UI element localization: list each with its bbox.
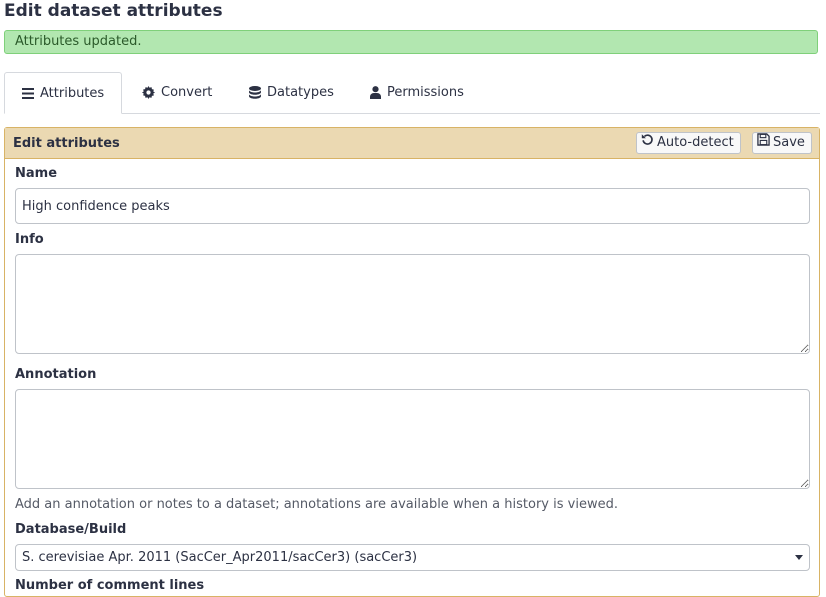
alert-message: Attributes updated. (15, 34, 142, 49)
database-build-select[interactable]: S. cerevisiae Apr. 2011 (SacCer_Apr2011/… (15, 544, 810, 571)
database-icon (249, 85, 261, 100)
bars-icon (22, 87, 34, 99)
name-label: Name (15, 166, 58, 181)
database-build-value: S. cerevisiae Apr. 2011 (SacCer_Apr2011/… (22, 550, 418, 565)
page-title: Edit dataset attributes (4, 1, 223, 21)
tab-label: Datatypes (267, 85, 334, 100)
annotation-textarea[interactable] (15, 389, 810, 489)
auto-detect-button[interactable]: Auto-detect (636, 132, 741, 154)
caret-down-icon (795, 555, 803, 560)
name-input[interactable] (15, 188, 810, 224)
panel-header: Edit attributes Auto-detect Save (5, 128, 819, 159)
edit-attributes-panel: Edit attributes Auto-detect Save Name In… (4, 127, 820, 597)
save-label: Save (773, 135, 805, 150)
auto-detect-label: Auto-detect (657, 135, 734, 150)
undo-icon (641, 133, 654, 153)
annotation-help-text: Add an annotation or notes to a dataset;… (15, 497, 618, 512)
save-button[interactable]: Save (752, 132, 812, 154)
panel-title: Edit attributes (13, 136, 120, 151)
database-build-label: Database/Build (15, 522, 127, 537)
info-textarea[interactable] (15, 254, 810, 354)
tab-datatypes[interactable]: Datatypes (249, 72, 334, 113)
save-icon (757, 133, 770, 153)
tab-label: Permissions (387, 85, 464, 100)
tab-label: Attributes (40, 85, 105, 101)
gear-icon (142, 86, 155, 99)
success-alert: Attributes updated. (4, 30, 818, 54)
info-label: Info (15, 232, 44, 247)
user-icon (370, 86, 381, 99)
tab-label: Convert (161, 85, 213, 100)
tab-permissions[interactable]: Permissions (370, 72, 464, 113)
annotation-label: Annotation (15, 367, 97, 382)
tab-bar: Attributes Convert Datatypes Permissions (4, 72, 820, 114)
tab-attributes[interactable]: Attributes (4, 72, 123, 114)
tab-convert[interactable]: Convert (142, 72, 212, 113)
